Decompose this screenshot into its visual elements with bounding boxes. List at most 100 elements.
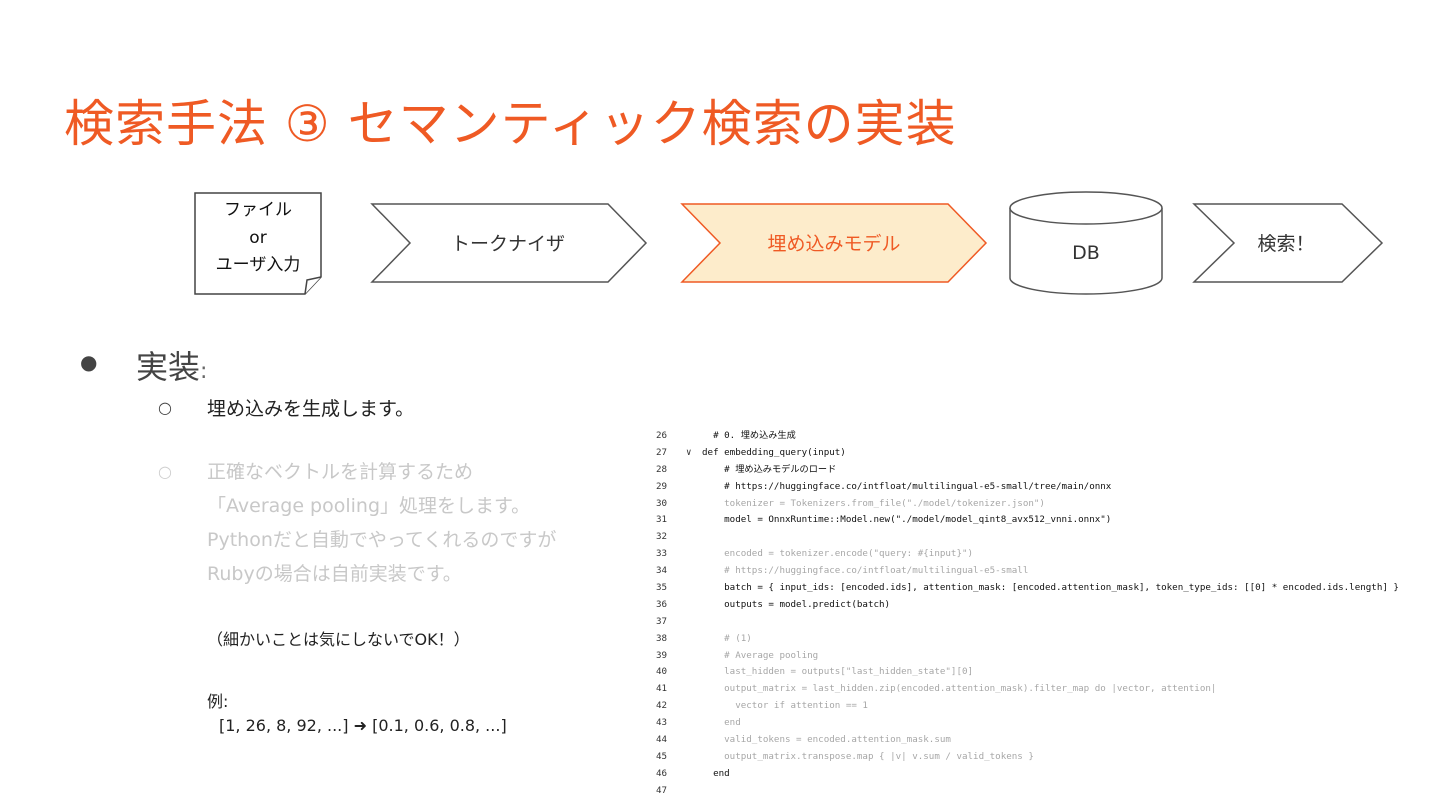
fold-gutter	[686, 428, 702, 445]
code-line: 32	[656, 529, 1416, 546]
embedding-model-label: 埋め込みモデル	[767, 233, 900, 255]
code-text: # https://huggingface.co/intfloat/multil…	[702, 565, 1029, 577]
fold-gutter	[686, 529, 702, 546]
code-text: vector if attention == 1	[702, 700, 868, 712]
code-line: 38 # (1)	[656, 631, 1416, 648]
line-number: 46	[656, 767, 668, 779]
fold-gutter	[686, 563, 702, 580]
cylinder-top	[1009, 191, 1163, 225]
line-number: 40	[656, 666, 668, 678]
line-number: 43	[656, 717, 668, 729]
code-line: 36 outputs = model.predict(batch)	[656, 597, 1416, 614]
fold-gutter	[686, 732, 702, 749]
code-line: 28 # 埋め込みモデルのロード	[656, 462, 1416, 479]
line-number: 45	[656, 750, 668, 762]
code-text: last_hidden = outputs["last_hidden_state…	[702, 666, 974, 678]
fold-gutter	[686, 648, 702, 665]
line-number: 31	[656, 514, 668, 526]
fold-chevron-icon[interactable]: ∨	[686, 445, 702, 462]
line-number: 38	[656, 632, 668, 644]
fold-gutter	[686, 597, 702, 614]
code-line: 34 # https://huggingface.co/intfloat/mul…	[656, 563, 1416, 580]
code-text: encoded = tokenizer.encode("query: #{inp…	[702, 548, 974, 560]
sub-bullet-circle: ○	[158, 398, 172, 417]
search-label: 検索！	[1257, 233, 1314, 255]
fold-gutter	[686, 512, 702, 529]
line-number: 44	[656, 734, 668, 746]
code-text: outputs = model.predict(batch)	[702, 598, 891, 610]
code-line: 30 tokenizer = Tokenizers.from_file("./m…	[656, 496, 1416, 513]
code-line: 39 # Average pooling	[656, 648, 1416, 665]
line-number: 26	[656, 430, 668, 441]
note-text: （細かいことは気にしないでOK！）	[207, 630, 470, 649]
code-line: 33 encoded = tokenizer.encode("query: #{…	[656, 546, 1416, 563]
code-text: # 埋め込みモデルのロード	[702, 463, 837, 475]
code-line: 26 # 0. 埋め込み生成	[656, 428, 1416, 445]
search-node: 検索！	[1192, 203, 1384, 283]
input-label-line1: ファイル	[224, 200, 292, 220]
fold-gutter	[686, 462, 702, 479]
pooling-line-1: 正確なベクトルを計算するため	[207, 461, 474, 483]
code-text: output_matrix = last_hidden.zip(encoded.…	[702, 683, 1217, 695]
fold-gutter	[686, 698, 702, 715]
line-number: 39	[656, 649, 668, 661]
fold-gutter	[686, 496, 702, 513]
code-text: # (1)	[702, 632, 752, 644]
fold-gutter	[686, 614, 702, 631]
fold-gutter	[686, 715, 702, 732]
pooling-line-4: Rubyの場合は自前実装です。	[207, 563, 462, 585]
code-line: 35 batch = { input_ids: [encoded.ids], a…	[656, 580, 1416, 597]
code-line: 41 output_matrix = last_hidden.zip(encod…	[656, 681, 1416, 698]
code-line: 46 end	[656, 766, 1416, 783]
code-line: 29 # https://huggingface.co/intfloat/mul…	[656, 479, 1416, 496]
embedding-model-node: 埋め込みモデル	[680, 203, 988, 283]
code-text: # https://huggingface.co/intfloat/multil…	[702, 480, 1112, 492]
fold-gutter	[686, 580, 702, 597]
tokenizer-label: トークナイザ	[451, 233, 565, 255]
fold-gutter	[686, 749, 702, 766]
code-text: end	[702, 717, 741, 729]
fold-gutter	[686, 546, 702, 563]
line-number: 35	[656, 582, 668, 594]
line-number: 30	[656, 497, 668, 509]
code-line: 47	[656, 783, 1416, 800]
code-text: tokenizer = Tokenizers.from_file("./mode…	[702, 497, 1045, 509]
line-number: 33	[656, 548, 668, 560]
pooling-line-2: 「Average pooling」処理をします。	[207, 495, 531, 517]
sub-item-generate: 埋め込みを生成します。	[207, 398, 415, 420]
code-line: 44 valid_tokens = encoded.attention_mask…	[656, 732, 1416, 749]
fold-gutter	[686, 479, 702, 496]
code-line: 45 output_matrix.transpose.map { |v| v.s…	[656, 749, 1416, 766]
input-label-line2: or	[249, 228, 266, 248]
example-label: 例:	[207, 692, 229, 711]
input-label-line3: ユーザ入力	[216, 255, 301, 275]
line-number: 28	[656, 463, 668, 475]
pooling-line-3: Pythonだと自動でやってくれるのですが	[207, 529, 557, 551]
line-number: 27	[656, 446, 668, 458]
example-text: [1, 26, 8, 92, ...] ➜ [0.1, 0.6, 0.8, ..…	[219, 716, 507, 735]
code-line: 31 model = OnnxRuntime::Model.new("./mod…	[656, 512, 1416, 529]
tokenizer-node: トークナイザ	[370, 203, 648, 283]
db-label: DB	[1072, 242, 1100, 264]
sub-item-pooling: 正確なベクトルを計算するため 「Average pooling」処理をします。 …	[207, 455, 556, 591]
code-line: 37	[656, 614, 1416, 631]
line-number: 47	[656, 784, 668, 796]
code-line: 42 vector if attention == 1	[656, 698, 1416, 715]
section-heading: 実装:	[136, 348, 208, 386]
line-number: 41	[656, 683, 668, 695]
code-line: 43 end	[656, 715, 1416, 732]
code-text: # 0. 埋め込み生成	[702, 430, 796, 441]
code-text: # Average pooling	[702, 649, 819, 661]
code-text: model = OnnxRuntime::Model.new("./model/…	[702, 514, 1112, 526]
line-number: 34	[656, 565, 668, 577]
db-node: DB	[1009, 191, 1163, 295]
code-line: 40 last_hidden = outputs["last_hidden_st…	[656, 664, 1416, 681]
line-number: 29	[656, 480, 668, 492]
line-number: 42	[656, 700, 668, 712]
code-text: output_matrix.transpose.map { |v| v.sum …	[702, 750, 1034, 762]
pipeline-diagram: ファイル or ユーザ入力 トークナイザ 埋め込みモデル DB 検索！	[194, 191, 1384, 295]
bullet-dot: ●	[80, 350, 98, 374]
input-node: ファイル or ユーザ入力	[194, 192, 322, 295]
code-text: def embedding_query(input)	[702, 446, 846, 458]
fold-gutter	[686, 631, 702, 648]
